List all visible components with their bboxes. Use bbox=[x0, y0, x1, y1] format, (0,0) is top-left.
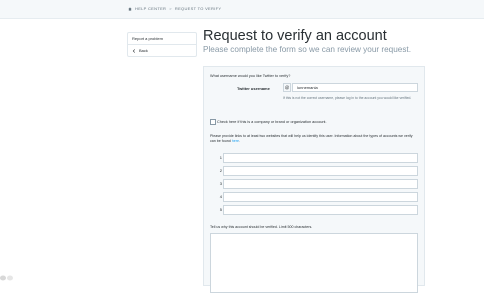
sidebar-item-back[interactable]: Back bbox=[128, 45, 196, 56]
breadcrumb-separator: > bbox=[169, 6, 172, 11]
website-field-2[interactable] bbox=[223, 166, 418, 176]
website-field-5[interactable] bbox=[223, 205, 418, 215]
at-symbol: @ bbox=[283, 83, 291, 92]
website-field-1[interactable] bbox=[223, 153, 418, 163]
username-hint: If this is not the correct username, ple… bbox=[283, 96, 412, 100]
websites-prompt: Please provide links to at least two web… bbox=[210, 134, 418, 144]
username-question: What username would you like Twitter to … bbox=[210, 74, 291, 78]
home-icon[interactable] bbox=[128, 6, 132, 11]
websites-prompt-period: . bbox=[239, 138, 240, 143]
arrow-left-icon bbox=[132, 48, 135, 53]
sidebar-item-report-problem[interactable]: Report a problem bbox=[128, 33, 196, 45]
verify-info-link[interactable]: here bbox=[232, 139, 239, 143]
website-number: 5 bbox=[219, 207, 222, 212]
company-checkbox[interactable] bbox=[210, 119, 216, 125]
corner-shadow-decoration bbox=[0, 275, 13, 281]
website-field-4[interactable] bbox=[223, 192, 418, 202]
sidebar-item-label: Back bbox=[139, 48, 148, 53]
reason-textarea[interactable] bbox=[210, 233, 418, 293]
website-field-3[interactable] bbox=[223, 179, 418, 189]
website-number: 1 bbox=[219, 155, 222, 160]
username-field[interactable]: lunnemania bbox=[292, 83, 418, 92]
sidebar: Report a problem Back bbox=[127, 32, 197, 57]
page-subtitle: Please complete the form so we can revie… bbox=[203, 45, 411, 54]
breadcrumb-request-to-verify[interactable]: REQUEST TO VERIFY bbox=[175, 6, 221, 11]
top-bar: HELP CENTER > REQUEST TO VERIFY bbox=[0, 0, 484, 19]
websites-prompt-text: Please provide links to at least two web… bbox=[210, 134, 413, 143]
breadcrumb: HELP CENTER > REQUEST TO VERIFY bbox=[128, 6, 221, 11]
verification-form: What username would you like Twitter to … bbox=[203, 66, 425, 293]
website-number: 3 bbox=[219, 181, 222, 186]
username-label: Twitter username bbox=[237, 86, 270, 91]
website-number: 4 bbox=[219, 194, 222, 199]
company-checkbox-label: Check here if this is a company or brand… bbox=[217, 120, 327, 124]
website-number: 2 bbox=[219, 168, 222, 173]
breadcrumb-help-center[interactable]: HELP CENTER bbox=[135, 6, 166, 11]
page-title: Request to verify an account bbox=[203, 28, 387, 44]
reason-label: Tell us why this account should be verif… bbox=[210, 225, 313, 229]
